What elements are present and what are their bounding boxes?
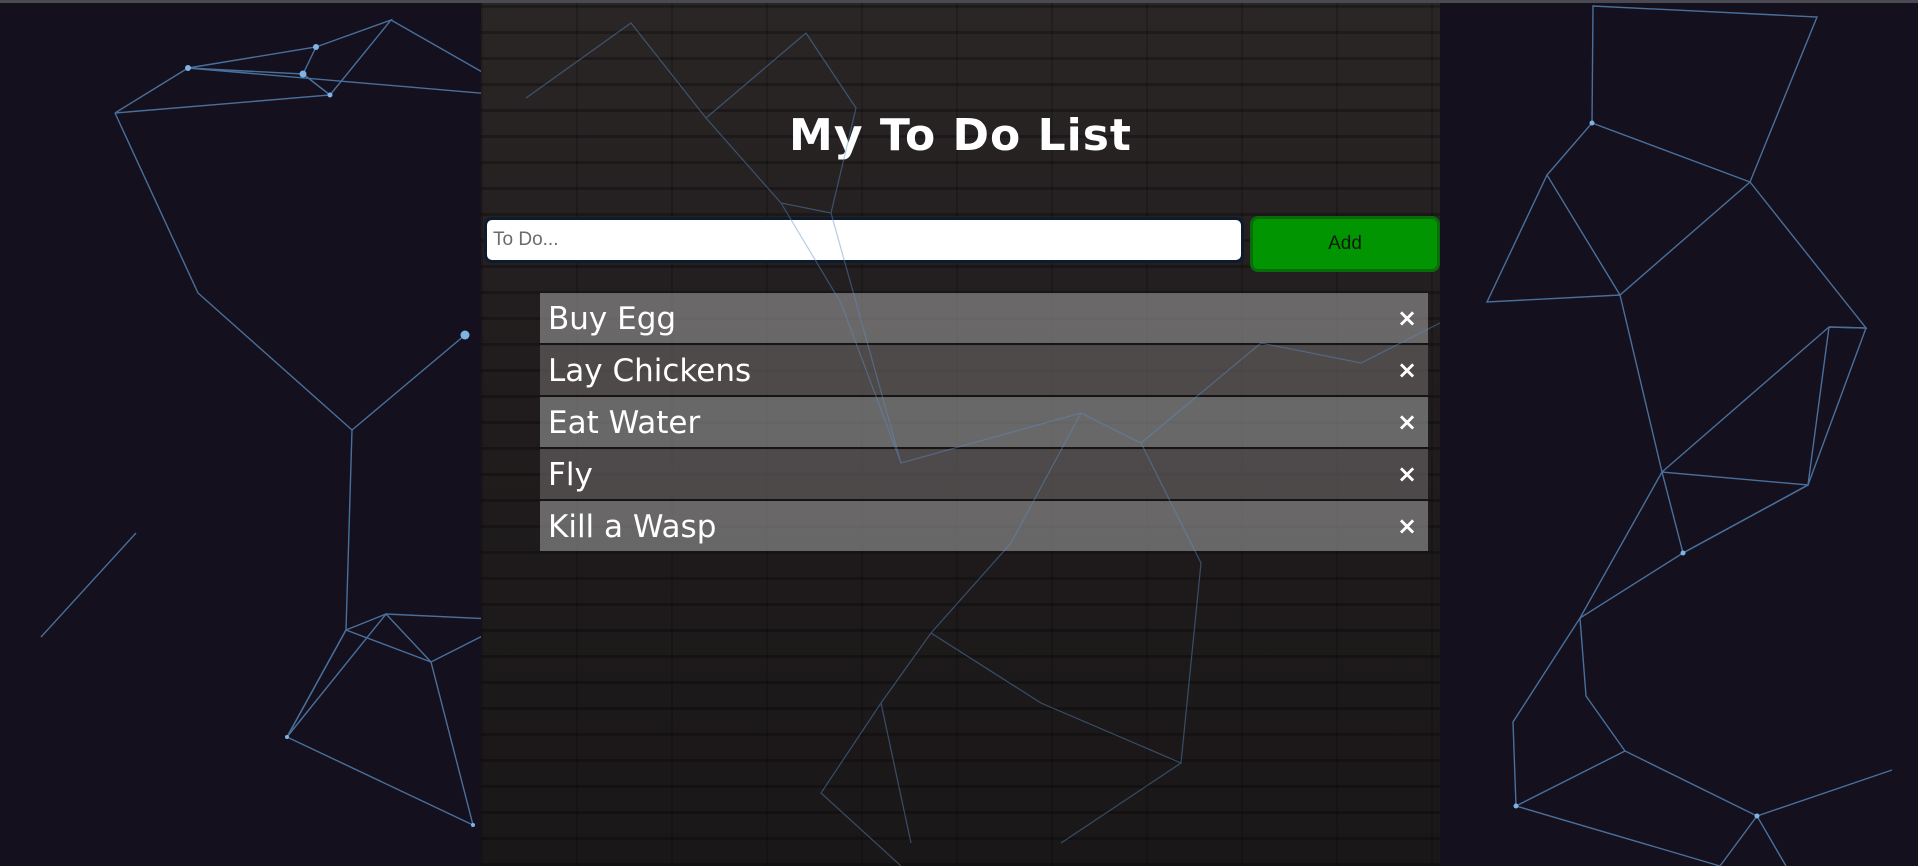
todo-item-text: Lay Chickens: [548, 353, 752, 389]
close-icon[interactable]: ×: [1392, 501, 1422, 551]
todo-item-text: Buy Egg: [548, 301, 677, 337]
add-button[interactable]: Add: [1250, 216, 1440, 272]
todo-item[interactable]: Fly ×: [540, 449, 1428, 499]
todo-input[interactable]: [484, 217, 1244, 263]
page-title: My To Do List: [789, 110, 1132, 162]
todo-list: Buy Egg × Lay Chickens × Eat Water × Fly…: [540, 293, 1428, 553]
todo-item-text: Fly: [548, 457, 593, 493]
todo-item[interactable]: Buy Egg ×: [540, 293, 1428, 343]
todo-item[interactable]: Kill a Wasp ×: [540, 501, 1428, 551]
todo-item[interactable]: Eat Water ×: [540, 397, 1428, 447]
close-icon[interactable]: ×: [1392, 449, 1422, 499]
close-icon[interactable]: ×: [1392, 293, 1422, 343]
close-icon[interactable]: ×: [1392, 345, 1422, 395]
todo-item-text: Kill a Wasp: [548, 509, 717, 545]
todo-panel: My To Do List Add Buy Egg × Lay Chickens…: [481, 3, 1440, 866]
close-icon[interactable]: ×: [1392, 397, 1422, 447]
todo-item-text: Eat Water: [548, 405, 701, 441]
todo-item[interactable]: Lay Chickens ×: [540, 345, 1428, 395]
